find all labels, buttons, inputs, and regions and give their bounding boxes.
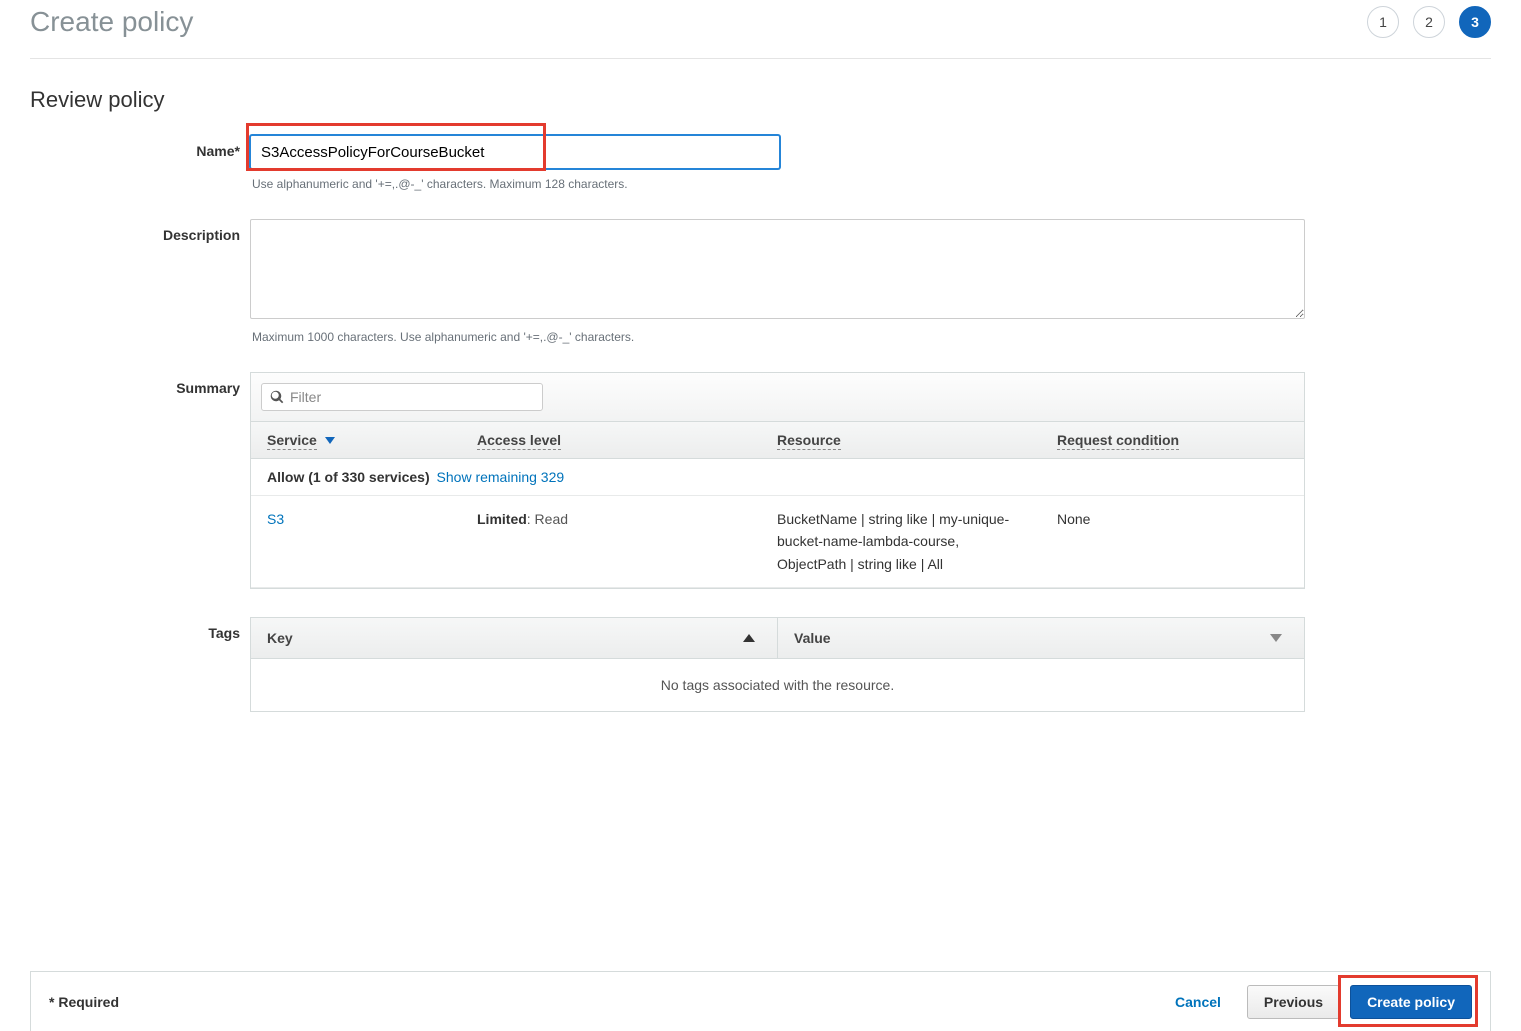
allow-summary-row: Allow (1 of 330 services) Show remaining… bbox=[251, 459, 1304, 496]
filter-input-wrap[interactable] bbox=[261, 383, 543, 411]
tags-empty-msg: No tags associated with the resource. bbox=[250, 659, 1305, 712]
col-resource[interactable]: Resource bbox=[761, 422, 1041, 459]
tags-col-value[interactable]: Value bbox=[778, 618, 1304, 658]
tags-label: Tags bbox=[30, 617, 250, 641]
service-link[interactable]: S3 bbox=[267, 511, 284, 527]
create-policy-button[interactable]: Create policy bbox=[1350, 985, 1472, 1019]
page-title: Create policy bbox=[30, 6, 193, 38]
step-2[interactable]: 2 bbox=[1413, 6, 1445, 38]
filter-input[interactable] bbox=[290, 389, 534, 405]
access-level-cell: Limited: Read bbox=[461, 496, 761, 588]
summary-label: Summary bbox=[30, 372, 250, 396]
col-access-level[interactable]: Access level bbox=[461, 422, 761, 459]
step-1[interactable]: 1 bbox=[1367, 6, 1399, 38]
summary-filter-bar bbox=[251, 373, 1304, 422]
row-tags: Tags Key Value No tags associated with t… bbox=[30, 617, 1491, 712]
name-hint: Use alphanumeric and '+=,.@-_' character… bbox=[250, 177, 1491, 191]
cancel-button[interactable]: Cancel bbox=[1159, 985, 1237, 1019]
section-title: Review policy bbox=[30, 87, 1491, 113]
tags-header: Key Value bbox=[250, 617, 1305, 659]
row-summary: Summary Service bbox=[30, 372, 1491, 589]
description-textarea[interactable] bbox=[250, 219, 1305, 319]
description-label: Description bbox=[30, 219, 250, 243]
wizard-steps: 1 2 3 bbox=[1367, 6, 1491, 38]
previous-button[interactable]: Previous bbox=[1247, 985, 1340, 1019]
sort-asc-icon bbox=[743, 634, 755, 642]
table-row: S3 Limited: Read BucketName | string lik… bbox=[251, 496, 1304, 588]
request-condition-cell: None bbox=[1041, 496, 1304, 588]
search-icon bbox=[270, 390, 284, 404]
name-input[interactable] bbox=[250, 135, 780, 169]
col-service[interactable]: Service bbox=[251, 422, 461, 459]
allow-prefix: Allow (1 of 330 services) bbox=[267, 469, 430, 485]
name-label: Name* bbox=[30, 135, 250, 159]
required-note: * Required bbox=[49, 994, 119, 1010]
sort-desc-icon bbox=[325, 435, 335, 445]
summary-table-container: Service Access level Resource Request co… bbox=[250, 372, 1305, 589]
row-name: Name* Use alphanumeric and '+=,.@-_' cha… bbox=[30, 135, 1491, 191]
sort-desc-icon bbox=[1270, 634, 1282, 642]
tags-col-key[interactable]: Key bbox=[251, 618, 778, 658]
description-hint: Maximum 1000 characters. Use alphanumeri… bbox=[250, 330, 1491, 344]
resource-cell: BucketName | string like | my-unique-buc… bbox=[761, 496, 1041, 588]
footer-bar: * Required Cancel Previous Create policy bbox=[30, 971, 1491, 1031]
col-request-condition[interactable]: Request condition bbox=[1041, 422, 1304, 459]
row-description: Description Maximum 1000 characters. Use… bbox=[30, 219, 1491, 344]
summary-table: Service Access level Resource Request co… bbox=[251, 422, 1304, 588]
show-remaining-link[interactable]: Show remaining 329 bbox=[437, 469, 565, 485]
page-header: Create policy 1 2 3 bbox=[30, 0, 1491, 59]
tags-table-container: Key Value No tags associated with the re… bbox=[250, 617, 1305, 712]
step-3[interactable]: 3 bbox=[1459, 6, 1491, 38]
